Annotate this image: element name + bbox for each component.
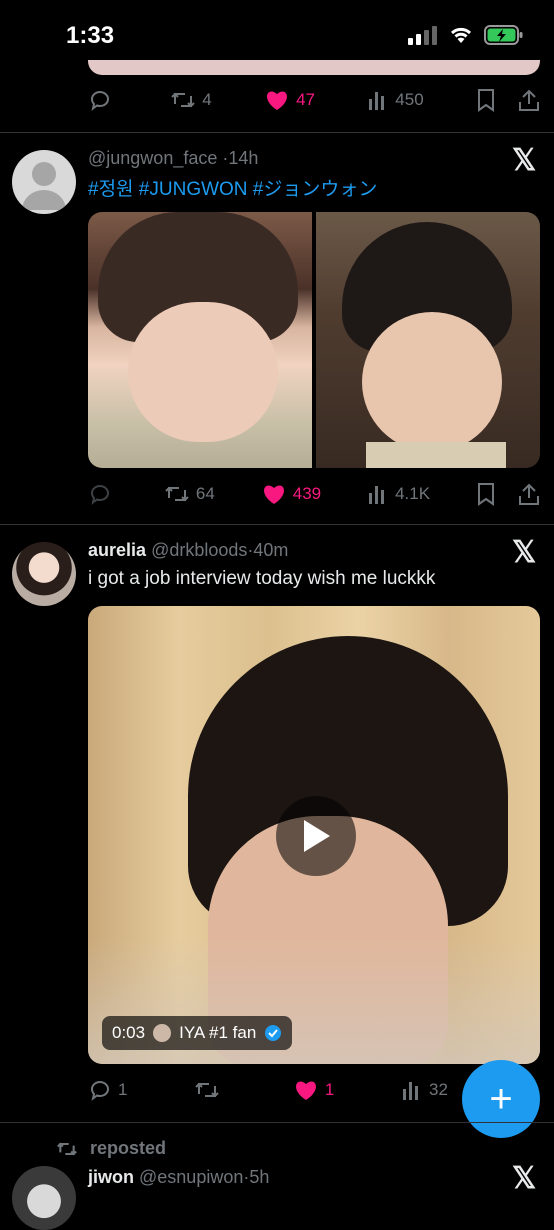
user-handle[interactable]: @jungwon_face <box>88 148 217 168</box>
prev-post-actions: 4 47 450 <box>88 86 540 114</box>
views-button[interactable]: 450 <box>367 89 424 111</box>
video-duration: 0:03 <box>112 1023 146 1042</box>
reply-icon <box>88 482 112 506</box>
heart-icon <box>293 1078 319 1102</box>
user-handle[interactable]: @drkbloods <box>151 540 247 560</box>
post-time: 5h <box>249 1167 270 1187</box>
like-button[interactable]: 47 <box>264 88 315 112</box>
post-hashtags[interactable]: #정원 #JUNGWON #ジョンウォン <box>88 174 377 201</box>
like-count: 439 <box>292 484 322 503</box>
views-count: 450 <box>395 90 424 109</box>
prev-post-media[interactable] <box>88 60 540 75</box>
views-count: 4.1K <box>395 484 431 503</box>
x-logo-icon: 𝕏 <box>512 1162 537 1195</box>
post-header: aurelia @drkbloods·40m <box>88 540 288 561</box>
repost-indicator: reposted <box>56 1138 166 1159</box>
views-icon <box>401 1079 423 1101</box>
post-header: jiwon @esnupiwon·5h <box>88 1167 269 1188</box>
play-button[interactable] <box>276 796 356 876</box>
repost-button[interactable]: 4 <box>170 88 212 112</box>
divider <box>0 1122 554 1123</box>
reply-button[interactable] <box>88 482 118 506</box>
reply-button[interactable] <box>88 88 118 112</box>
bookmark-icon[interactable] <box>476 482 496 506</box>
post-time: 14h <box>228 148 259 168</box>
reply-button[interactable]: 1 <box>88 1078 127 1102</box>
post-time: 40m <box>253 540 289 560</box>
status-time: 1:33 <box>66 22 115 49</box>
compose-icon: + <box>489 1076 513 1121</box>
avatar[interactable] <box>12 150 76 214</box>
compose-button[interactable]: + <box>462 1060 540 1138</box>
views-icon <box>367 483 389 505</box>
repost-button[interactable] <box>194 1078 226 1102</box>
display-name[interactable]: jiwon <box>88 1167 134 1187</box>
source-avatar <box>153 1024 172 1042</box>
views-count: 32 <box>429 1080 448 1099</box>
avatar[interactable] <box>12 1166 76 1230</box>
like-count: 1 <box>324 1080 335 1099</box>
views-icon <box>367 89 389 111</box>
views-button[interactable]: 4.1K <box>367 483 430 505</box>
signal-icon <box>408 26 437 45</box>
display-name[interactable]: aurelia <box>88 540 146 560</box>
post1-actions: 64 439 4.1K <box>88 480 540 508</box>
avatar[interactable] <box>12 542 76 606</box>
repost-icon <box>57 1142 77 1155</box>
repost-count: 64 <box>195 484 215 503</box>
post-header: @jungwon_face ·14h <box>88 148 258 169</box>
wifi-icon <box>450 27 472 43</box>
video-info-badge: 0:03 IYA #1 fan <box>102 1016 293 1050</box>
heart-icon <box>264 88 290 112</box>
like-count: 47 <box>296 90 315 109</box>
x-logo-icon: 𝕏 <box>512 536 537 569</box>
divider <box>0 132 554 133</box>
reply-icon <box>88 1078 112 1102</box>
like-button[interactable]: 1 <box>293 1078 334 1102</box>
bookmark-icon[interactable] <box>476 88 496 112</box>
post-text: i got a job interview today wish me luck… <box>88 568 436 589</box>
post-image-left[interactable] <box>88 212 312 468</box>
share-icon[interactable] <box>518 482 540 506</box>
post2-actions: 1 1 32 <box>88 1076 448 1104</box>
video-source[interactable]: IYA #1 fan <box>179 1023 256 1043</box>
battery-icon <box>484 25 523 45</box>
divider <box>0 524 554 525</box>
repost-count: 4 <box>202 90 212 109</box>
repost-icon <box>164 482 190 506</box>
views-button[interactable]: 32 <box>401 1079 448 1101</box>
default-avatar-icon <box>22 162 66 210</box>
post-image-right[interactable] <box>316 212 540 468</box>
like-button[interactable]: 439 <box>261 482 321 506</box>
reply-icon <box>88 88 112 112</box>
share-icon[interactable] <box>518 88 540 112</box>
repost-button[interactable]: 64 <box>164 482 215 506</box>
status-icons <box>408 24 524 46</box>
user-handle[interactable]: @esnupiwon <box>139 1167 243 1187</box>
verified-icon <box>265 1025 282 1041</box>
reply-count: 1 <box>118 1080 128 1099</box>
repost-icon <box>170 88 196 112</box>
repost-label: reposted <box>90 1138 167 1158</box>
play-icon <box>304 820 330 852</box>
x-logo-icon: 𝕏 <box>512 144 537 177</box>
heart-icon <box>261 482 287 506</box>
repost-icon <box>194 1078 220 1102</box>
